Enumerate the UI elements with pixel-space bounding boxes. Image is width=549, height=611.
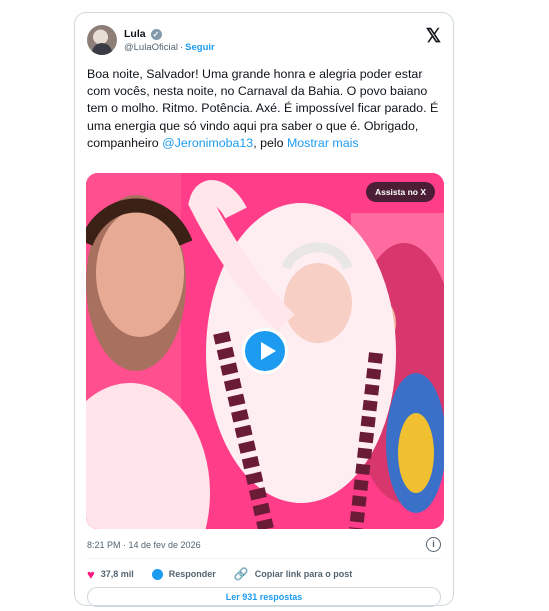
reply-button[interactable]: Responder bbox=[151, 568, 216, 580]
reply-label: Responder bbox=[168, 569, 216, 579]
like-button[interactable]: ♥ 37,8 mil bbox=[87, 567, 134, 582]
author-name[interactable]: Lula bbox=[124, 28, 146, 40]
link-icon: 🔗 bbox=[233, 567, 249, 581]
tweet-card: Lula ✓ @LulaOficial · Seguir 𝕏 Boa noite, … bbox=[74, 12, 454, 607]
timestamp[interactable]: 8:21 PM · 14 de fev de 2026 bbox=[87, 540, 201, 550]
like-count: 37,8 mil bbox=[100, 569, 134, 579]
verified-badge-icon: ✓ bbox=[150, 28, 162, 40]
tweet-text-tail: , pelo bbox=[253, 135, 287, 150]
watch-on-x-button[interactable]: Assista no X bbox=[365, 182, 435, 202]
copy-link-label: Copiar link para o post bbox=[254, 569, 353, 579]
mention-link[interactable]: @Jeronimoba13 bbox=[162, 136, 253, 150]
author-handle-row: @LulaOficial · Seguir bbox=[124, 42, 215, 53]
play-icon bbox=[261, 342, 276, 360]
read-replies-button[interactable]: Ler 931 respostas bbox=[87, 587, 441, 607]
info-icon[interactable]: i bbox=[426, 537, 441, 552]
divider bbox=[87, 558, 441, 559]
author-avatar[interactable] bbox=[87, 25, 117, 55]
reply-icon bbox=[151, 568, 163, 580]
tweet-text: Boa noite, Salvador! Uma grande honra e … bbox=[87, 66, 443, 152]
show-more-link[interactable]: Mostrar mais bbox=[287, 136, 359, 150]
video-player[interactable]: Assista no X bbox=[86, 173, 444, 529]
follow-button[interactable]: Seguir bbox=[185, 42, 215, 53]
x-logo-icon[interactable]: 𝕏 bbox=[426, 25, 441, 48]
play-button[interactable] bbox=[242, 328, 288, 374]
author-handle[interactable]: @LulaOficial bbox=[124, 42, 178, 53]
author-name-row[interactable]: Lula ✓ bbox=[124, 28, 162, 40]
action-bar: ♥ 37,8 mil Responder 🔗 Copiar link para … bbox=[87, 565, 370, 583]
copy-link-button[interactable]: 🔗 Copiar link para o post bbox=[234, 567, 352, 581]
heart-icon: ♥ bbox=[87, 566, 95, 582]
